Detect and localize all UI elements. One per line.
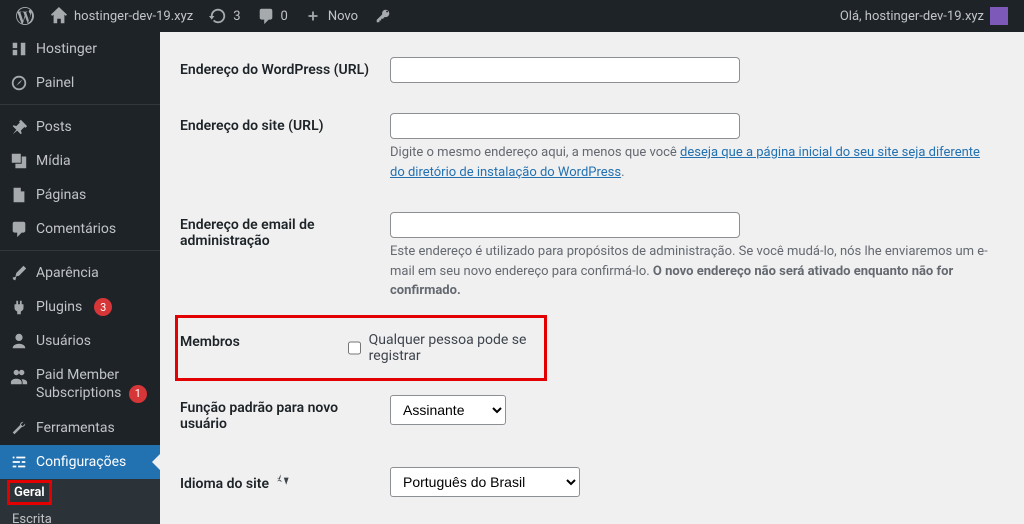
sidebar-item-tools[interactable]: Ferramentas: [0, 411, 160, 445]
comments-icon: [10, 220, 28, 238]
dashboard-icon: [10, 74, 28, 92]
menu-separator: [0, 246, 160, 251]
menu-separator: [0, 100, 160, 105]
settings-submenu: Geral Escrita Leitura Discussão Mídia Li…: [0, 479, 160, 524]
site-url-description: Digite o mesmo endereço aqui, a menos qu…: [390, 143, 994, 182]
admin-bar: hostinger-dev-19.xyz 3 0 Novo Olá, hosti…: [0, 0, 1024, 32]
members-label: Membros: [176, 322, 338, 374]
admin-email-label: Endereço de email de administração: [180, 197, 380, 316]
comment-icon: [257, 7, 275, 25]
admin-email-description: Este endereço é utilizado para propósito…: [390, 242, 994, 301]
comments-count: 0: [281, 9, 288, 24]
sidebar-item-paid-member[interactable]: Paid Member Subscriptions 1: [0, 358, 160, 411]
site-home[interactable]: hostinger-dev-19.xyz: [42, 0, 201, 32]
extra-icon-item[interactable]: [366, 0, 400, 32]
refresh-icon: [209, 7, 227, 25]
main-content: Endereço do WordPress (URL) Endereço do …: [160, 32, 1024, 524]
brush-icon: [10, 264, 28, 282]
language-label: Idioma do site: [180, 452, 380, 512]
translate-icon: [272, 472, 291, 488]
members-checkbox[interactable]: [348, 340, 361, 356]
submenu-general[interactable]: Geral: [8, 481, 51, 504]
key-icon: [374, 7, 392, 25]
language-select[interactable]: Português do Brasil: [390, 467, 580, 497]
sidebar-item-users[interactable]: Usuários: [0, 324, 160, 358]
members-icon: [10, 368, 28, 386]
sidebar-item-settings[interactable]: Configurações: [0, 445, 160, 479]
comments-link[interactable]: 0: [249, 0, 296, 32]
wp-url-label: Endereço do WordPress (URL): [180, 42, 380, 98]
wp-logo[interactable]: [8, 0, 42, 32]
pin-icon: [10, 118, 28, 136]
admin-email-input[interactable]: [390, 212, 740, 238]
site-url-input[interactable]: [390, 113, 740, 139]
plugins-badge: 3: [94, 298, 112, 316]
wordpress-icon: [16, 7, 34, 25]
members-checkbox-label[interactable]: Qualquer pessoa pode se registrar: [348, 332, 536, 364]
site-name: hostinger-dev-19.xyz: [74, 9, 193, 24]
sidebar-item-dashboard[interactable]: Painel: [0, 66, 160, 100]
default-role-label: Função padrão para novo usuário: [180, 380, 380, 452]
paid-member-badge: 1: [129, 385, 147, 403]
new-content[interactable]: Novo: [296, 0, 366, 32]
account-link[interactable]: Olá, hostinger-dev-19.xyz: [832, 0, 1016, 32]
sidebar-item-plugins[interactable]: Plugins 3: [0, 290, 160, 324]
admin-sidebar: Hostinger Painel Posts Mídia Páginas Com…: [0, 32, 160, 524]
sidebar-item-media[interactable]: Mídia: [0, 144, 160, 178]
wp-url-input[interactable]: [390, 57, 740, 83]
sidebar-item-hostinger[interactable]: Hostinger: [0, 32, 160, 66]
sidebar-item-posts[interactable]: Posts: [0, 110, 160, 144]
sliders-icon: [10, 453, 28, 471]
sidebar-item-appearance[interactable]: Aparência: [0, 256, 160, 290]
greeting-text: Olá, hostinger-dev-19.xyz: [840, 9, 984, 24]
plus-icon: [304, 7, 322, 25]
timezone-label: Fuso horário: [180, 512, 380, 524]
submenu-writing[interactable]: Escrita: [0, 506, 160, 524]
user-icon: [10, 332, 28, 350]
updates-link[interactable]: 3: [201, 0, 248, 32]
wrench-icon: [10, 419, 28, 437]
page-icon: [10, 186, 28, 204]
updates-count: 3: [233, 9, 240, 24]
new-label: Novo: [328, 9, 358, 24]
hostinger-icon: [10, 40, 28, 58]
avatar: [990, 7, 1008, 25]
media-icon: [10, 152, 28, 170]
site-url-label: Endereço do site (URL): [180, 98, 380, 197]
sidebar-item-comments[interactable]: Comentários: [0, 212, 160, 246]
default-role-select[interactable]: Assinante: [390, 395, 506, 425]
home-icon: [50, 7, 68, 25]
sidebar-item-pages[interactable]: Páginas: [0, 178, 160, 212]
plug-icon: [10, 298, 28, 316]
